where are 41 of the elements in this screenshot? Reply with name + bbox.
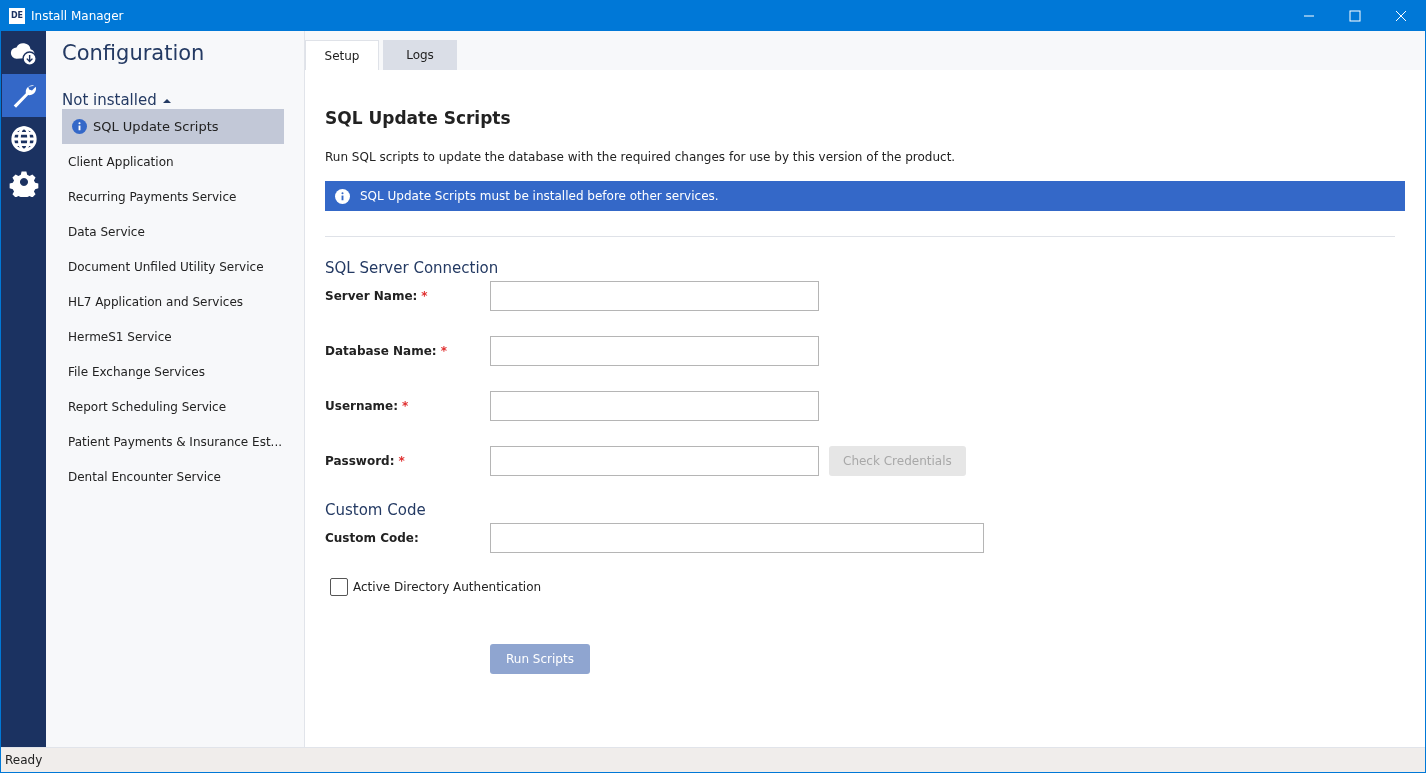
status-text: Ready — [5, 753, 43, 767]
banner-text: SQL Update Scripts must be installed before other services. — [360, 189, 719, 203]
sidebar-item[interactable]: Recurring Payments Service — [62, 179, 284, 214]
maximize-icon[interactable] — [1349, 10, 1361, 22]
caret-icon — [162, 97, 171, 103]
input-field[interactable] — [490, 281, 819, 311]
sidebar-item[interactable]: Patient Payments & Insurance Est... — [62, 424, 284, 459]
input-field[interactable] — [490, 523, 984, 553]
section-title: Custom Code — [325, 501, 427, 519]
globe-icon — [9, 123, 39, 154]
checkbox[interactable] — [330, 578, 348, 596]
sidebar-title: Configuration — [62, 41, 206, 65]
page-description: Run SQL scripts to update the database with the required changes for use by this version of the product. — [325, 150, 957, 164]
input-field[interactable] — [490, 446, 819, 476]
sidebar-item[interactable]: Dental Encounter Service — [62, 459, 284, 494]
tab[interactable]: Setup — [305, 40, 379, 70]
input-field[interactable] — [490, 336, 819, 366]
app-logo: DE — [9, 8, 25, 24]
field-label: Password: * — [325, 454, 406, 468]
field-label: Database Name: * — [325, 344, 448, 358]
sidebar-item[interactable]: HermeS1 Service — [62, 319, 284, 354]
sidebar-item[interactable]: Report Scheduling Service — [62, 389, 284, 424]
tab[interactable]: Logs — [383, 40, 457, 70]
sidebar-item[interactable]: SQL Update Scripts — [62, 109, 284, 144]
sidebar-item[interactable]: Document Unfiled Utility Service — [62, 249, 284, 284]
sidebar-item[interactable]: Client Application — [62, 144, 284, 179]
group-toggle[interactable]: Not installed — [62, 91, 304, 109]
window-title: Install Manager — [31, 9, 124, 23]
section-title: SQL Server Connection — [325, 259, 500, 277]
sidebar-item[interactable]: File Exchange Services — [62, 354, 284, 389]
info-icon — [335, 188, 350, 204]
checkbox-label: Active Directory Authentication — [353, 580, 542, 594]
input-field[interactable] — [490, 391, 819, 421]
field-label: Username: * — [325, 399, 410, 413]
sidebar-item[interactable]: Data Service — [62, 214, 284, 249]
page-title: SQL Update Scripts — [325, 108, 512, 128]
field-label: Custom Code: — [325, 531, 420, 545]
field-label: Server Name: * — [325, 289, 429, 303]
close-icon[interactable] — [1395, 10, 1407, 22]
sidebar-item[interactable]: HL7 Application and Services — [62, 284, 284, 319]
wrench-nav-button[interactable] — [2, 74, 46, 117]
